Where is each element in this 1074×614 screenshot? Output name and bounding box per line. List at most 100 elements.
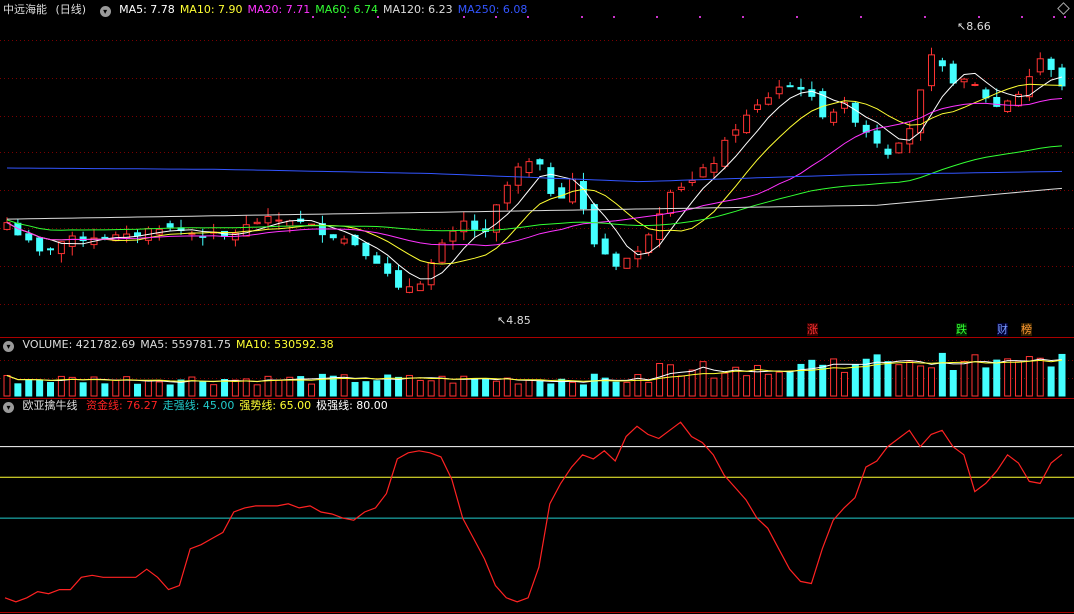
signal-badge-finance[interactable]: 财 xyxy=(997,323,1008,336)
candle-body[interactable] xyxy=(721,139,729,167)
candle-body[interactable] xyxy=(710,163,718,173)
candle-body[interactable] xyxy=(514,166,522,186)
volume-bar[interactable] xyxy=(677,375,685,397)
volume-bar[interactable] xyxy=(188,376,196,397)
candle-body[interactable] xyxy=(645,234,653,253)
candle-body[interactable] xyxy=(753,104,761,110)
candle-body[interactable] xyxy=(743,114,751,134)
price-panel[interactable] xyxy=(3,47,1066,294)
candle-body[interactable] xyxy=(275,219,283,222)
candle-body[interactable] xyxy=(808,89,816,97)
volume-bar[interactable] xyxy=(938,352,946,397)
volume-bar[interactable] xyxy=(471,378,479,397)
candle-body[interactable] xyxy=(25,233,33,241)
volume-bar[interactable] xyxy=(449,382,457,397)
candle-body[interactable] xyxy=(590,204,598,245)
volume-bar[interactable] xyxy=(666,364,674,397)
volume-bar[interactable] xyxy=(525,379,533,397)
volume-bar[interactable] xyxy=(318,373,326,397)
candle-body[interactable] xyxy=(166,223,174,228)
volume-bar[interactable] xyxy=(743,375,751,397)
volume-bar[interactable] xyxy=(68,376,76,397)
volume-bar[interactable] xyxy=(840,371,848,397)
volume-bar[interactable] xyxy=(862,358,870,397)
volume-bar[interactable] xyxy=(253,384,261,397)
volume-bar[interactable] xyxy=(210,384,218,397)
candle-body[interactable] xyxy=(960,78,968,83)
volume-bar[interactable] xyxy=(144,380,152,397)
volume-bar[interactable] xyxy=(373,380,381,397)
candle-body[interactable] xyxy=(938,60,946,67)
candle-body[interactable] xyxy=(699,167,707,178)
candle-body[interactable] xyxy=(427,262,435,286)
volume-bar[interactable] xyxy=(949,370,957,397)
volume-bar[interactable] xyxy=(427,380,435,397)
volume-bar[interactable] xyxy=(14,383,22,397)
candle-body[interactable] xyxy=(612,253,620,267)
volume-bar[interactable] xyxy=(1036,357,1044,397)
volume-bar[interactable] xyxy=(590,373,598,397)
volume-bar[interactable] xyxy=(1004,358,1012,397)
candle-body[interactable] xyxy=(134,232,142,237)
candle-body[interactable] xyxy=(547,167,555,194)
volume-bar[interactable] xyxy=(416,379,424,397)
volume-bar[interactable] xyxy=(786,372,794,397)
volume-bar[interactable] xyxy=(264,375,272,397)
volume-bar[interactable] xyxy=(819,364,827,397)
candle-body[interactable] xyxy=(36,237,44,252)
candle-body[interactable] xyxy=(536,159,544,165)
candle-body[interactable] xyxy=(873,130,881,144)
volume-bar[interactable] xyxy=(221,379,229,397)
indicator-toggle-icon[interactable]: ▾ xyxy=(3,402,14,413)
fund-line[interactable] xyxy=(4,421,1063,603)
candle-body[interactable] xyxy=(47,248,55,251)
volume-bar[interactable] xyxy=(199,380,207,397)
volume-bar[interactable] xyxy=(721,372,729,397)
candle-body[interactable] xyxy=(242,224,250,237)
volume-bar[interactable] xyxy=(775,371,783,397)
volume-bar[interactable] xyxy=(569,381,577,397)
volume-bar[interactable] xyxy=(710,377,718,397)
candle-body[interactable] xyxy=(395,270,403,288)
volume-bar[interactable] xyxy=(47,382,55,397)
candle-body[interactable] xyxy=(1004,100,1012,113)
volume-bar[interactable] xyxy=(134,383,142,397)
candle-body[interactable] xyxy=(775,86,783,95)
candle-body[interactable] xyxy=(264,215,272,224)
volume-bar[interactable] xyxy=(971,354,979,397)
volume-bar[interactable] xyxy=(101,383,109,397)
volume-bar[interactable] xyxy=(155,381,163,397)
volume-bar[interactable] xyxy=(656,362,664,397)
candle-body[interactable] xyxy=(601,238,609,255)
volume-bar[interactable] xyxy=(275,379,283,397)
candle-body[interactable] xyxy=(623,257,631,269)
volume-bar[interactable] xyxy=(482,378,490,397)
volume-bar[interactable] xyxy=(960,360,968,397)
candle-body[interactable] xyxy=(688,180,696,183)
candle-body[interactable] xyxy=(656,213,664,240)
candle-body[interactable] xyxy=(253,221,261,225)
candle-body[interactable] xyxy=(362,242,370,257)
volume-bar[interactable] xyxy=(395,376,403,397)
candle-body[interactable] xyxy=(525,161,533,174)
candle-body[interactable] xyxy=(329,234,337,239)
volume-bar[interactable] xyxy=(851,364,859,397)
candle-body[interactable] xyxy=(579,181,587,210)
candle-body[interactable] xyxy=(884,148,892,155)
volume-bar[interactable] xyxy=(438,375,446,397)
candle-body[interactable] xyxy=(949,63,957,84)
volume-bar[interactable] xyxy=(927,367,935,397)
candle-body[interactable] xyxy=(895,142,903,154)
volume-bar[interactable] xyxy=(808,359,816,397)
volume-bar[interactable] xyxy=(25,379,33,397)
volume-bar[interactable] xyxy=(1025,356,1033,397)
volume-bar[interactable] xyxy=(503,377,511,397)
indicator-panel[interactable] xyxy=(0,421,1074,603)
candle-body[interactable] xyxy=(851,102,859,123)
candle-body[interactable] xyxy=(416,283,424,292)
candle-body[interactable] xyxy=(677,186,685,190)
volume-bar[interactable] xyxy=(1047,366,1055,397)
candle-body[interactable] xyxy=(384,263,392,274)
volume-bar[interactable] xyxy=(764,373,772,397)
candle-body[interactable] xyxy=(1058,67,1066,87)
